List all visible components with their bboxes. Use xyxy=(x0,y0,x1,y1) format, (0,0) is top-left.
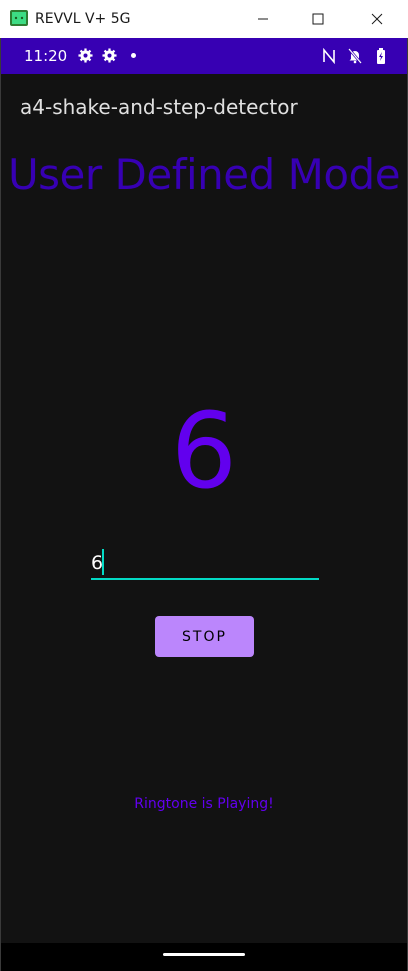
status-time: 11:20 xyxy=(24,47,68,65)
nfc-icon xyxy=(323,48,335,64)
android-emulator-icon xyxy=(10,10,28,26)
gear-icon xyxy=(78,48,93,63)
maximize-icon xyxy=(312,13,324,25)
mode-title: User Defined Mode xyxy=(7,150,401,199)
ringtone-status: Ringtone is Playing! xyxy=(134,796,274,812)
text-cursor xyxy=(102,549,104,575)
gear-icon xyxy=(102,48,117,63)
minimize-icon xyxy=(258,18,268,20)
window-title: REVVL V+ 5G xyxy=(35,11,131,27)
stop-button[interactable]: STOP xyxy=(155,616,254,657)
step-counter: 6 xyxy=(170,390,238,512)
status-bar: 11:20 xyxy=(1,38,407,74)
dot-icon xyxy=(131,53,136,58)
close-icon xyxy=(371,13,383,25)
maximize-button[interactable] xyxy=(295,0,341,38)
window-titlebar: REVVL V+ 5G xyxy=(0,0,408,38)
battery-icon xyxy=(377,48,385,64)
minimize-button[interactable] xyxy=(240,0,286,38)
home-gesture-handle[interactable] xyxy=(163,953,245,956)
notifications-off-icon xyxy=(348,48,362,64)
app-title: a4-shake-and-step-detector xyxy=(20,95,298,119)
device-screen: 11:20 a4-shake-and-step-detector User De… xyxy=(0,38,408,971)
navigation-bar xyxy=(1,943,407,971)
close-button[interactable] xyxy=(354,0,400,38)
threshold-input[interactable] xyxy=(91,548,319,580)
threshold-input-wrapper xyxy=(91,548,319,580)
